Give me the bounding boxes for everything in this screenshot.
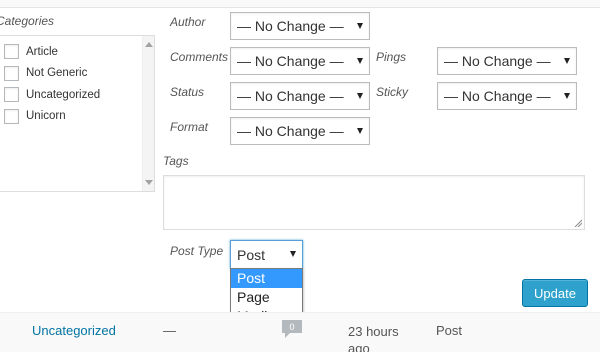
format-select-value: — No Change — — [237, 123, 344, 139]
resize-handle-icon[interactable] — [574, 219, 582, 227]
category-item-unicorn[interactable]: Unicorn — [4, 106, 100, 128]
comment-count: 0 — [289, 322, 294, 332]
categories-scrollbar[interactable] — [142, 36, 154, 191]
dropdown-arrow-icon — [357, 23, 363, 29]
category-label: Unicorn — [26, 110, 66, 123]
category-item-not-generic[interactable]: Not Generic — [4, 63, 100, 85]
post-type-select-value: Post — [237, 246, 266, 263]
dropdown-arrow-icon — [290, 251, 296, 257]
option-page[interactable]: Page — [231, 288, 302, 307]
comments-select[interactable]: — No Change — — [230, 47, 370, 75]
checkbox[interactable] — [4, 108, 19, 124]
pings-select-value: — No Change — — [444, 53, 551, 69]
scroll-up-arrow-icon[interactable] — [145, 42, 153, 47]
dropdown-arrow-icon — [564, 93, 570, 99]
author-label: Author — [170, 15, 206, 29]
format-select[interactable]: — No Change — — [230, 117, 370, 145]
checkbox[interactable] — [4, 65, 19, 81]
format-label: Format — [170, 120, 209, 134]
row-tags: — — [163, 323, 176, 338]
category-item-uncategorized[interactable]: Uncategorized — [4, 84, 100, 106]
category-label: Uncategorized — [26, 88, 101, 101]
sticky-select-value: — No Change — — [444, 88, 551, 104]
scroll-down-arrow-icon[interactable] — [145, 180, 153, 185]
update-button[interactable]: Update — [522, 279, 588, 307]
tags-textarea[interactable] — [163, 175, 585, 230]
author-select[interactable]: — No Change — — [230, 12, 370, 40]
dropdown-arrow-icon — [357, 93, 363, 99]
row-category-link[interactable]: Uncategorized — [32, 323, 116, 338]
post-type-label: Post Type — [170, 244, 224, 258]
status-select-value: — No Change — — [237, 88, 344, 104]
row-date: 23 hours ago — [348, 324, 399, 352]
categories-label: Categories — [0, 14, 55, 28]
checkbox[interactable] — [4, 44, 19, 60]
status-label: Status — [170, 85, 205, 99]
post-type-select[interactable]: Post — [230, 240, 303, 269]
category-label: Not Generic — [26, 67, 88, 80]
pings-select[interactable]: — No Change — — [437, 47, 577, 75]
sticky-label: Sticky — [376, 85, 409, 99]
dropdown-arrow-icon — [564, 58, 570, 64]
comments-select-value: — No Change — — [237, 53, 344, 69]
comment-bubble-icon[interactable]: 0 — [281, 319, 303, 339]
categories-checklist: Article Not Generic Uncategorized Unicor… — [0, 35, 155, 192]
category-item-article[interactable]: Article — [4, 41, 100, 63]
sticky-select[interactable]: — No Change — — [437, 82, 577, 110]
row-post-type: Post — [436, 323, 463, 338]
comments-label: Comments — [170, 50, 229, 64]
checkbox[interactable] — [4, 87, 19, 103]
option-post[interactable]: Post — [231, 269, 302, 288]
dropdown-arrow-icon — [357, 128, 363, 134]
pings-label: Pings — [376, 50, 407, 64]
top-border — [0, 0, 600, 8]
author-select-value: — No Change — — [237, 18, 344, 34]
dropdown-arrow-icon — [357, 58, 363, 64]
tags-label: Tags — [163, 154, 189, 168]
category-label: Article — [26, 45, 58, 58]
status-select[interactable]: — No Change — — [230, 82, 370, 110]
